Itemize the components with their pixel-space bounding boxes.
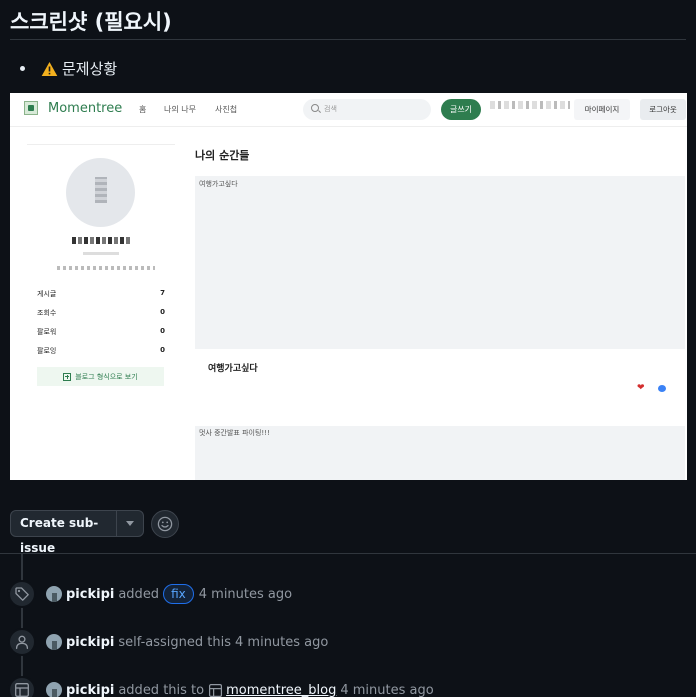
event-action: added [118, 586, 160, 602]
event-time[interactable]: 4 minutes ago [199, 587, 292, 602]
broken-image-alt-2: 멋사 중간발표 파이팅!!! [199, 429, 270, 437]
search-placeholder: 검색 [324, 105, 337, 113]
heading-divider [10, 39, 686, 40]
smiley-icon [157, 516, 173, 532]
tag-icon [8, 580, 36, 608]
event-time[interactable]: 4 minutes ago [340, 683, 433, 697]
timeline-event-label: pickipi added fix 4 minutes ago [8, 580, 292, 608]
project-link[interactable]: momentree_blog [226, 683, 336, 697]
timeline-divider [0, 553, 696, 554]
timeline-event-project: pickipi added this to momentree_blog 4 m… [8, 676, 434, 697]
nav-my-tree: 나의 나무 [164, 105, 196, 114]
section-heading: 스크린샷 (필요시) [10, 10, 172, 34]
event-action: self-assigned this [118, 634, 232, 650]
blog-view-button: 블로그 형식으로 보기 [37, 367, 164, 386]
project-icon [8, 676, 36, 697]
write-button: 글쓰기 [441, 99, 481, 120]
avatar[interactable] [46, 634, 62, 650]
avatar[interactable] [46, 682, 62, 697]
search-icon [311, 104, 319, 112]
moments-title: 나의 순간들 [195, 149, 250, 162]
event-user[interactable]: pickipi [66, 635, 114, 650]
blurred-profile-email [57, 266, 155, 270]
nav-home: 홈 [139, 105, 147, 114]
profile-avatar [66, 158, 135, 227]
create-sub-issue-group: Create sub-issue [10, 510, 144, 555]
nav-album: 사진첩 [215, 105, 238, 114]
blurred-profile-name [72, 237, 130, 244]
chevron-down-icon [126, 521, 134, 526]
app-logo: Momentree [48, 101, 123, 116]
app-search: 검색 [303, 99, 431, 120]
project-table-icon [208, 683, 223, 697]
blurred-profile-sub [83, 252, 119, 255]
stat-following: 팔로잉 0 [37, 346, 165, 355]
post-card-footer [195, 349, 685, 412]
create-sub-issue-button[interactable]: Create sub-issue [11, 511, 117, 555]
bullet-dot [20, 66, 25, 71]
bullet-text: 문제상황 [62, 60, 118, 78]
comment-icon [658, 385, 666, 392]
event-time[interactable]: 4 minutes ago [235, 635, 328, 650]
app-navbar: Momentree 홈 나의 나무 사진첩 검색 글쓰기 마이페이지 로그아웃 [10, 93, 687, 127]
event-action: added this to [118, 682, 205, 697]
broken-image-alt: 여행가고싶다 [199, 180, 238, 188]
bullet-item: 문제상황 [20, 58, 117, 79]
sub-issue-dropdown-button[interactable] [117, 511, 143, 536]
person-icon [8, 628, 36, 656]
event-user[interactable]: pickipi [66, 683, 114, 697]
stat-followers: 팔로워 0 [37, 327, 165, 336]
profile-sidebar: 게시글 7 조회수 0 팔로워 0 팔로잉 0 블로그 형식으로 보기 [27, 144, 175, 394]
avatar[interactable] [46, 586, 62, 602]
plus-box-icon [63, 372, 72, 381]
warning-icon [41, 61, 58, 77]
label-badge[interactable]: fix [163, 584, 194, 604]
stat-views: 조회수 0 [37, 308, 165, 317]
timeline-event-assign: pickipi self-assigned this 4 minutes ago [8, 628, 328, 656]
heart-icon: ❤ [637, 383, 645, 393]
tree-logo-icon [24, 101, 38, 115]
mypage-button: 마이페이지 [574, 99, 630, 120]
post-card-title: 여행가고싶다 [208, 364, 258, 374]
event-user[interactable]: pickipi [66, 587, 114, 602]
reaction-button[interactable] [151, 510, 179, 538]
post-card-image [195, 176, 685, 349]
embedded-screenshot: Momentree 홈 나의 나무 사진첩 검색 글쓰기 마이페이지 로그아웃 … [10, 93, 687, 480]
blurred-username [490, 101, 570, 109]
logout-button: 로그아웃 [640, 99, 686, 120]
stat-posts: 게시글 7 [37, 289, 165, 298]
